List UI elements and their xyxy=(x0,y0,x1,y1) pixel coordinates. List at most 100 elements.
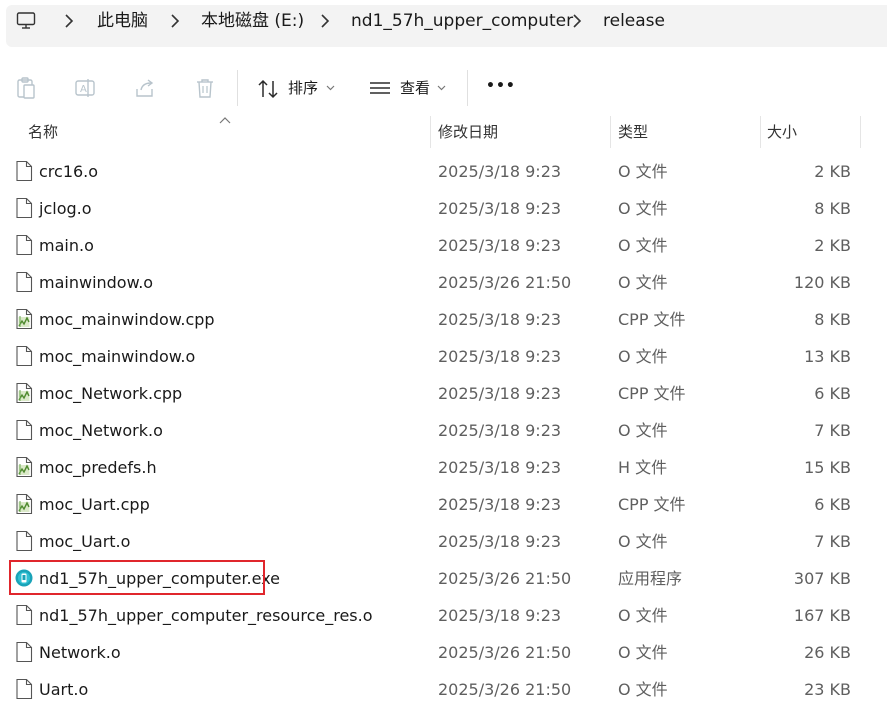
file-size: 167 KB xyxy=(793,606,851,625)
file-type: CPP 文件 xyxy=(618,495,686,514)
file-modified-date: 2025/3/18 9:23 xyxy=(438,458,562,477)
column-divider[interactable] xyxy=(430,116,431,148)
file-row[interactable]: Uart.o 2025/3/26 21:50 O 文件 23 KB xyxy=(0,671,887,708)
this-pc-icon[interactable] xyxy=(16,11,36,31)
file-name: mainwindow.o xyxy=(39,273,154,292)
column-header-name[interactable]: 名称 xyxy=(28,123,58,141)
file-name: moc_Network.cpp xyxy=(39,384,183,403)
file-type: O 文件 xyxy=(618,199,668,218)
file-row[interactable]: moc_Network.cpp 2025/3/18 9:23 CPP 文件 6 KB xyxy=(0,375,887,412)
file-type: O 文件 xyxy=(618,273,668,292)
chevron-down-icon[interactable] xyxy=(437,85,446,91)
column-divider[interactable] xyxy=(760,116,761,148)
chevron-right-icon[interactable] xyxy=(320,13,330,29)
file-size: 7 KB xyxy=(814,532,851,551)
file-type: O 文件 xyxy=(618,421,668,440)
file-row[interactable]: nd1_57h_upper_computer_resource_res.o 202… xyxy=(0,597,887,634)
file-type: O 文件 xyxy=(618,236,668,255)
toolbar-divider xyxy=(237,70,238,106)
file-modified-date: 2025/3/18 9:23 xyxy=(438,421,562,440)
file-row[interactable]: moc_Network.o 2025/3/18 9:23 O 文件 7 KB xyxy=(0,412,887,449)
file-modified-date: 2025/3/18 9:23 xyxy=(438,199,562,218)
blank-file-icon xyxy=(14,678,34,700)
file-size: 26 KB xyxy=(804,643,851,662)
file-name: crc16.o xyxy=(39,162,99,181)
file-row[interactable]: jclog.o 2025/3/18 9:23 O 文件 8 KB xyxy=(0,190,887,227)
file-name: Uart.o xyxy=(39,680,89,699)
blank-file-icon xyxy=(14,271,34,293)
breadcrumb-this-pc[interactable]: 此电脑 xyxy=(97,11,148,31)
file-row[interactable]: mainwindow.o 2025/3/26 21:50 O 文件 120 KB xyxy=(0,264,887,301)
file-size: 307 KB xyxy=(793,569,851,588)
breadcrumb-release[interactable]: release xyxy=(603,11,665,31)
file-name: Network.o xyxy=(39,643,121,662)
chevron-right-icon[interactable] xyxy=(170,13,180,29)
file-name: jclog.o xyxy=(39,199,92,218)
file-row[interactable]: moc_Uart.cpp 2025/3/18 9:23 CPP 文件 6 KB xyxy=(0,486,887,523)
file-name: moc_Uart.o xyxy=(39,532,131,551)
file-row[interactable]: moc_mainwindow.cpp 2025/3/18 9:23 CPP 文件 8 … xyxy=(0,301,887,338)
chevron-right-icon[interactable] xyxy=(64,13,74,29)
file-modified-date: 2025/3/18 9:23 xyxy=(438,495,562,514)
blank-file-icon xyxy=(14,419,34,441)
share-icon[interactable] xyxy=(133,76,157,100)
file-row[interactable]: Network.o 2025/3/26 21:50 O 文件 26 KB xyxy=(0,634,887,671)
breadcrumb-project-folder[interactable]: nd1_57h_upper_computer xyxy=(351,11,573,31)
file-modified-date: 2025/3/18 9:23 xyxy=(438,347,562,366)
file-modified-date: 2025/3/18 9:23 xyxy=(438,236,562,255)
view-button[interactable]: 查看 xyxy=(400,79,430,97)
blank-file-icon xyxy=(14,604,34,626)
rename-icon[interactable]: A xyxy=(73,76,97,100)
file-row[interactable]: moc_Uart.o 2025/3/18 9:23 O 文件 7 KB xyxy=(0,523,887,560)
view-icon[interactable] xyxy=(368,77,392,101)
blank-file-icon xyxy=(14,641,34,663)
file-size: 15 KB xyxy=(804,458,851,477)
file-row[interactable]: crc16.o 2025/3/18 9:23 O 文件 2 KB xyxy=(0,153,887,190)
column-divider[interactable] xyxy=(860,116,861,148)
file-modified-date: 2025/3/18 9:23 xyxy=(438,162,562,181)
file-name: moc_Network.o xyxy=(39,421,163,440)
file-name: moc_mainwindow.o xyxy=(39,347,196,366)
blank-file-icon xyxy=(14,197,34,219)
file-size: 2 KB xyxy=(814,162,851,181)
file-modified-date: 2025/3/18 9:23 xyxy=(438,310,562,329)
sort-ascending-caret-icon xyxy=(219,117,231,124)
chevron-down-icon[interactable] xyxy=(326,85,335,91)
file-name: moc_mainwindow.cpp xyxy=(39,310,215,329)
file-row[interactable]: moc_predefs.h 2025/3/18 9:23 H 文件 15 KB xyxy=(0,449,887,486)
file-modified-date: 2025/3/26 21:50 xyxy=(438,680,572,699)
file-type: O 文件 xyxy=(618,347,668,366)
file-size: 7 KB xyxy=(814,421,851,440)
blank-file-icon xyxy=(14,160,34,182)
column-header-type[interactable]: 类型 xyxy=(618,123,648,141)
file-type: O 文件 xyxy=(618,680,668,699)
file-type: O 文件 xyxy=(618,643,668,662)
file-type: CPP 文件 xyxy=(618,384,686,403)
file-size: 120 KB xyxy=(793,273,851,292)
source-file-icon xyxy=(14,493,34,515)
file-type: H 文件 xyxy=(618,458,668,477)
file-modified-date: 2025/3/18 9:23 xyxy=(438,532,562,551)
chevron-right-icon[interactable] xyxy=(572,13,582,29)
file-type: O 文件 xyxy=(618,162,668,181)
delete-icon[interactable] xyxy=(193,76,217,100)
toolbar-divider xyxy=(467,70,468,106)
svg-text:A: A xyxy=(80,84,87,95)
file-modified-date: 2025/3/26 21:50 xyxy=(438,569,572,588)
paste-icon[interactable] xyxy=(14,76,38,100)
sort-button[interactable]: 排序 xyxy=(288,79,318,97)
more-options-button[interactable]: ••• xyxy=(486,77,516,95)
column-header-size[interactable]: 大小 xyxy=(767,123,797,141)
file-modified-date: 2025/3/26 21:50 xyxy=(438,643,572,662)
sort-icon[interactable] xyxy=(256,77,280,101)
file-name: nd1_57h_upper_computer_resource_res.o xyxy=(39,606,373,625)
breadcrumb-drive-e[interactable]: 本地磁盘 (E:) xyxy=(201,11,304,31)
file-modified-date: 2025/3/18 9:23 xyxy=(438,606,562,625)
file-size: 23 KB xyxy=(804,680,851,699)
file-row[interactable]: main.o 2025/3/18 9:23 O 文件 2 KB xyxy=(0,227,887,264)
file-row[interactable]: moc_mainwindow.o 2025/3/18 9:23 O 文件 13 KB xyxy=(0,338,887,375)
column-divider[interactable] xyxy=(610,116,611,148)
column-header-date[interactable]: 修改日期 xyxy=(438,123,498,141)
file-type: O 文件 xyxy=(618,606,668,625)
file-size: 6 KB xyxy=(814,495,851,514)
